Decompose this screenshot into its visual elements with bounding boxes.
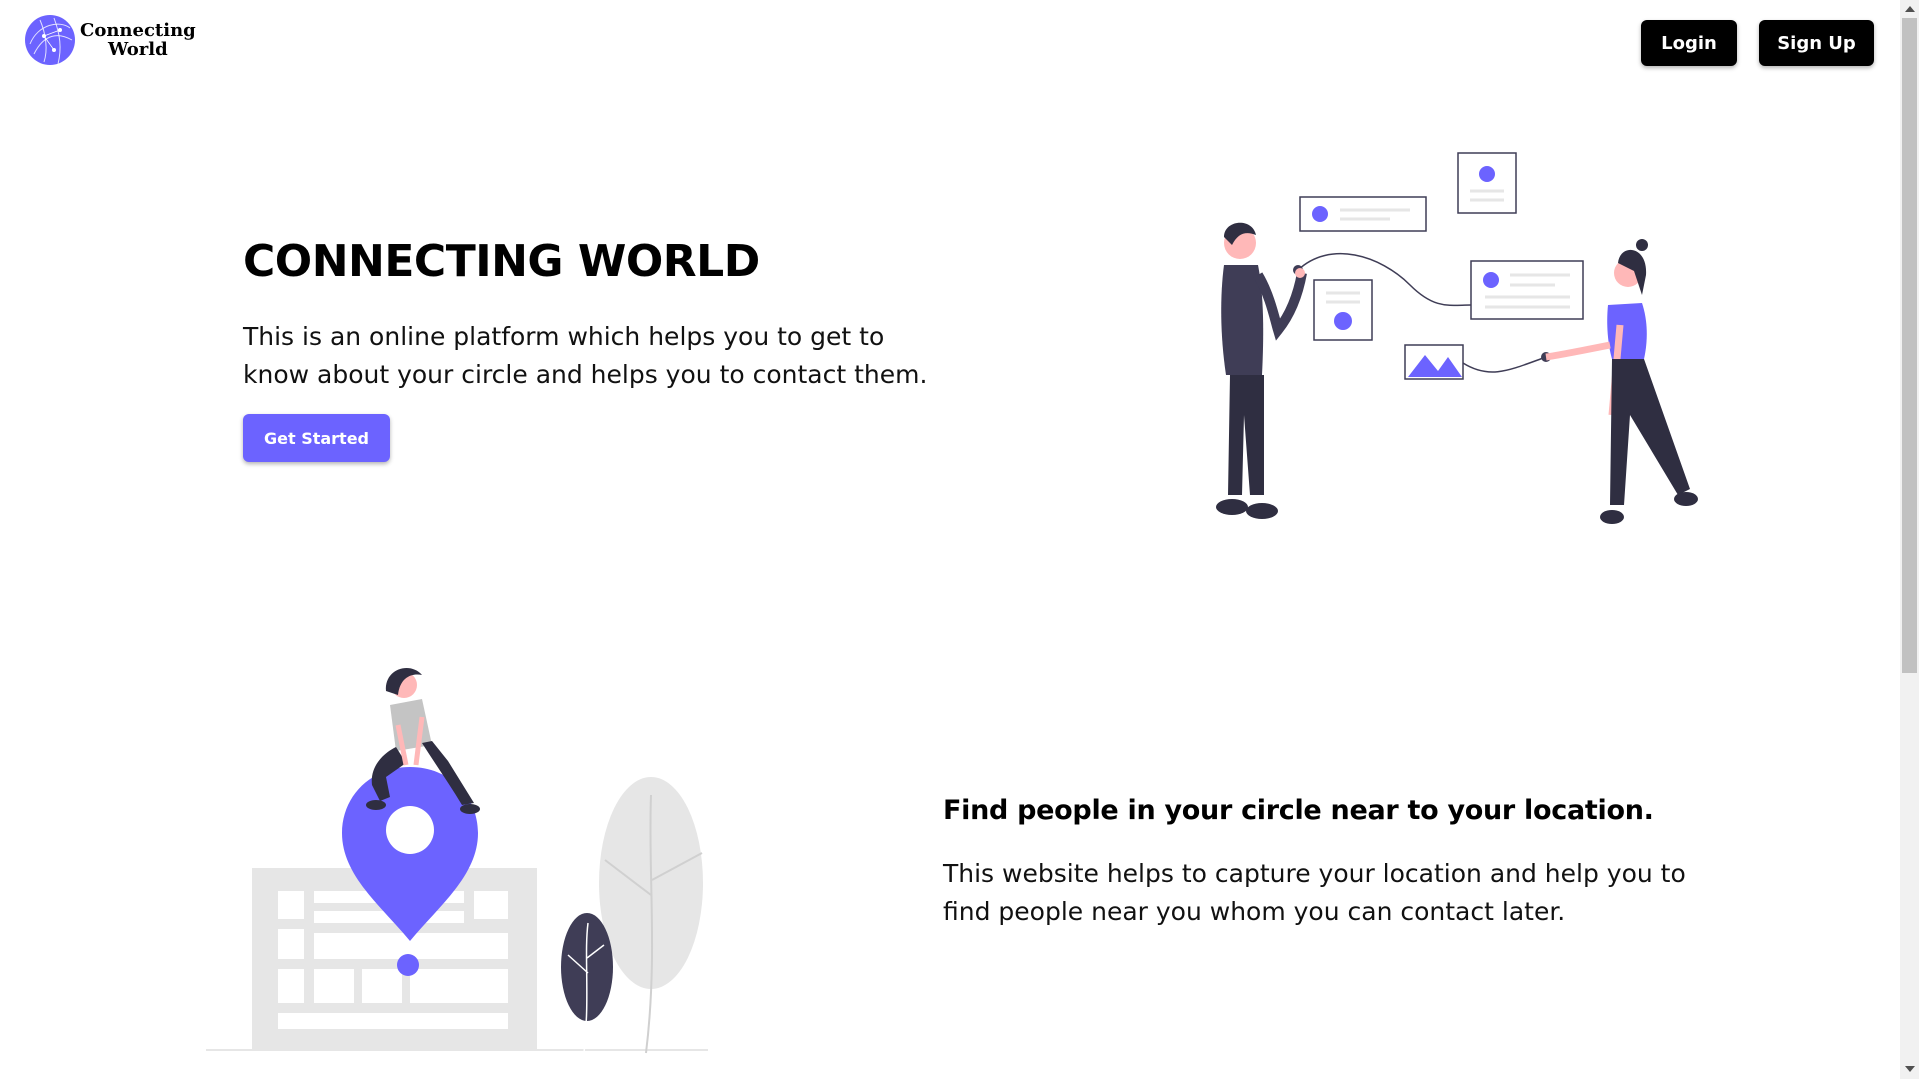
- logo-text: Connecting World: [80, 21, 196, 59]
- vertical-scrollbar[interactable]: [1900, 0, 1919, 1079]
- hero-description: This is an online platform which helps y…: [243, 322, 928, 389]
- logo-line-1: Connecting: [80, 20, 196, 41]
- connecting-people-illustration: [1216, 152, 1698, 524]
- scrollbar-thumb[interactable]: [1902, 18, 1917, 673]
- login-button[interactable]: Login: [1641, 20, 1737, 66]
- globe-logo-icon: [25, 15, 75, 65]
- get-started-button[interactable]: Get Started: [243, 414, 390, 462]
- logo[interactable]: Connecting World: [24, 14, 196, 66]
- hero-title: CONNECTING WORLD: [243, 236, 760, 287]
- scroll-up-icon[interactable]: [1905, 6, 1915, 12]
- logo-line-2: World: [108, 39, 168, 60]
- section-description: This website helps to capture your locat…: [943, 859, 1686, 926]
- signup-button[interactable]: Sign Up: [1759, 20, 1874, 66]
- location-pin-illustration: [206, 668, 708, 1054]
- landing-page: Connecting World Login Sign Up CONNECTIN…: [0, 0, 1919, 1079]
- section-title: Find people in your circle near to your …: [943, 795, 1654, 826]
- scroll-down-icon[interactable]: [1905, 1066, 1915, 1072]
